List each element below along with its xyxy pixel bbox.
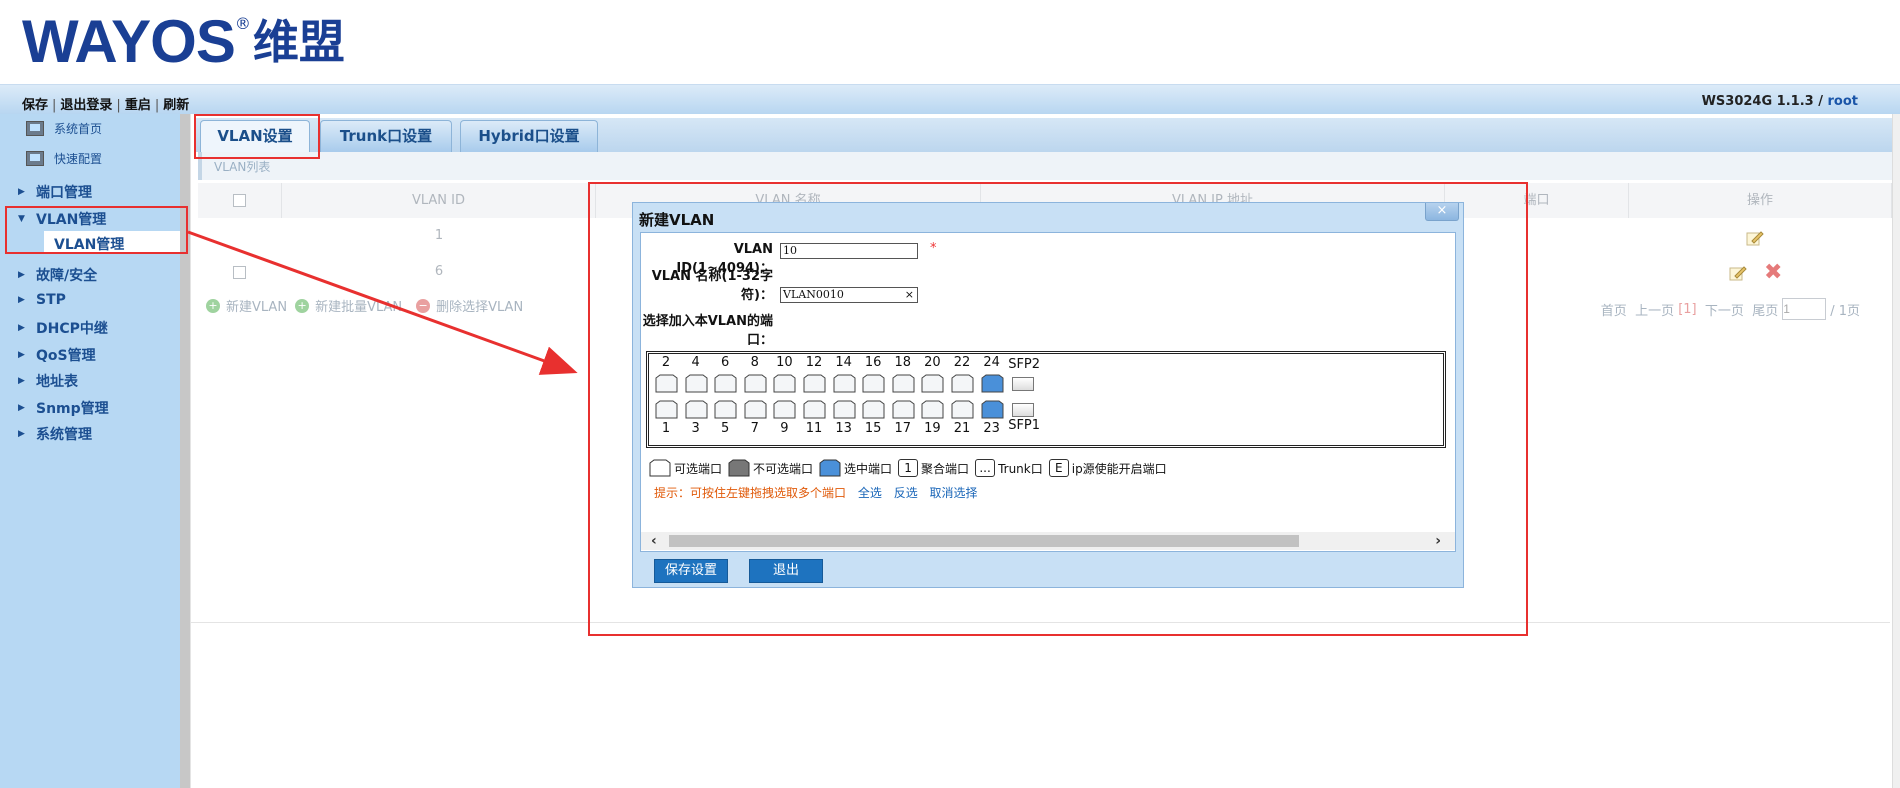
edit-icon[interactable] [1746,230,1764,246]
logo-chinese: 维盟 [252,15,345,69]
sidebar-item-label: DHCP中继 [36,321,108,337]
divider: | [154,98,160,113]
add-batch-icon: + [295,298,310,313]
add-icon: + [206,298,220,313]
column-header-vlan-id: VLAN ID [282,183,596,218]
caret-right-icon: ▶ [18,270,25,280]
logo-registered-mark: ® [234,14,251,33]
sidebar-item-dhcp-relay[interactable]: ▶ DHCP中继 [18,318,108,338]
next-page-link[interactable]: 下一页 [1705,300,1744,319]
new-batch-vlan-link[interactable]: 新建批量VLAN [315,296,402,315]
top-toolbar: 保存 | 退出登录 | 重启 | 刷新 WS3024G 1.1.3 / root [0,84,1900,114]
sidebar-item-label: 系统管理 [36,427,92,443]
sidebar-quick-config-label: 快速配置 [54,152,103,166]
sidebar-item-label: QoS管理 [36,348,96,364]
reboot-link[interactable]: 重启 [125,98,151,113]
sidebar-item-stp[interactable]: ▶ STP [18,292,66,308]
caret-right-icon: ▶ [18,376,25,386]
current-page: [1] [1678,301,1697,317]
sidebar-home-label: 系统首页 [54,122,103,136]
page-number-input[interactable] [1782,298,1827,320]
edit-icon[interactable] [1729,265,1747,281]
sidebar-item-address-table[interactable]: ▶ 地址表 [18,371,78,391]
sidebar-item-label: STP [36,292,66,308]
prev-page-link[interactable]: 上一页 [1635,300,1674,319]
divider: | [116,98,121,113]
caret-right-icon: ▶ [18,350,25,360]
pagination: 首页 上一页 [1] 下一页 尾页 / 1页 [1601,298,1860,320]
sidebar-quick-config[interactable]: 快速配置 [26,150,102,167]
delete-selected-vlan-link[interactable]: 删除选择VLAN [436,296,523,315]
annotation-box-vlan-menu [5,206,188,254]
annotation-box-vlan-tab [194,114,320,159]
new-vlan-link[interactable]: 新建VLAN [226,296,287,315]
list-actions: + 新建VLAN + 新建批量VLAN − 删除选择VLAN [206,296,531,315]
tab-hybrid-settings[interactable]: Hybrid口设置 [460,120,598,152]
toolbar-links: 保存 | 退出登录 | 重启 | 刷新 [22,94,189,113]
device-model: WS3024G [1701,94,1773,109]
device-version: WS3024G 1.1.3 / root [1702,94,1858,109]
refresh-link[interactable]: 刷新 [163,98,189,113]
current-user[interactable]: root [1828,94,1859,109]
content-border [190,114,191,788]
table-row-vlan-id: 6 [434,264,444,279]
table-row-vlan-id: 1 [434,228,444,243]
page-scrollbar[interactable] [1892,114,1900,788]
first-page-link[interactable]: 首页 [1601,300,1627,319]
remove-icon: − [416,298,431,313]
sidebar-item-system[interactable]: ▶ 系统管理 [18,424,92,444]
wizard-icon [26,151,44,166]
annotation-box-dialog [588,182,1528,636]
monitor-icon [26,121,44,136]
total-pages: / 1页 [1830,303,1860,319]
logout-link[interactable]: 退出登录 [60,98,112,113]
caret-right-icon: ▶ [18,323,25,333]
caret-right-icon: ▶ [18,295,25,305]
delete-icon[interactable]: ✖ [1764,262,1782,284]
caret-right-icon: ▶ [18,403,25,413]
column-header-actions: 操作 [1629,183,1892,218]
firmware-version: 1.1.3 [1776,94,1814,109]
sidebar-item-ports[interactable]: ▶ 端口管理 [18,182,92,202]
sidebar-item-label: 端口管理 [36,185,92,201]
vlan-list-title: VLAN列表 [198,152,1900,180]
sidebar-item-label: 故障/安全 [36,268,98,284]
caret-right-icon: ▶ [18,187,25,197]
sidebar-item-fault-security[interactable]: ▶ 故障/安全 [18,265,97,285]
divider: | [52,98,57,113]
logo-text: WAYOS [22,8,236,75]
version-separator: / [1818,94,1823,109]
row-checkbox[interactable] [233,266,246,279]
sidebar-item-snmp[interactable]: ▶ Snmp管理 [18,398,109,418]
wayos-logo: WAYOS ® 维盟 [22,12,345,72]
last-page-link[interactable]: 尾页 [1752,300,1778,319]
sidebar-item-label: 地址表 [36,374,78,390]
save-link[interactable]: 保存 [22,98,48,113]
tab-trunk-settings[interactable]: Trunk口设置 [320,120,452,152]
sidebar-item-label: Snmp管理 [36,401,109,417]
caret-right-icon: ▶ [18,429,25,439]
select-all-checkbox[interactable] [233,194,246,207]
sidebar-home[interactable]: 系统首页 [26,120,102,137]
sidebar-item-qos[interactable]: ▶ QoS管理 [18,345,96,365]
